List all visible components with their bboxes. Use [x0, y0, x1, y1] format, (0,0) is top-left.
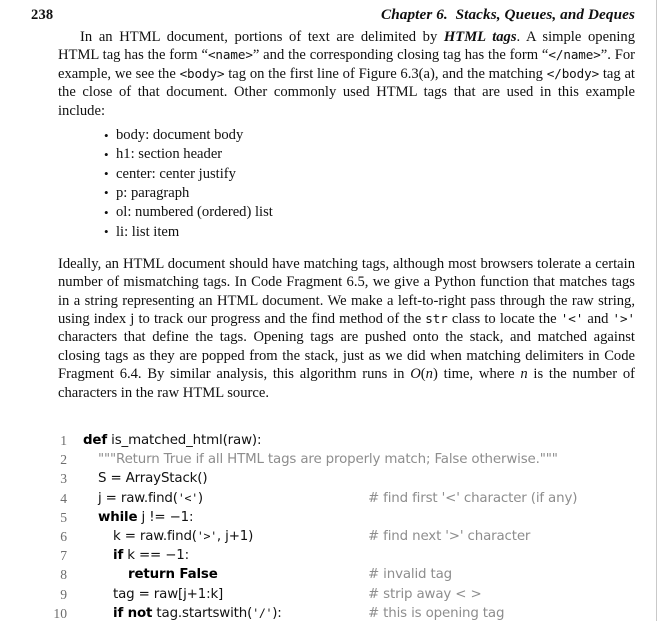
code-line-number: 8 — [60, 567, 67, 583]
code-token-plain: tag = raw[j+1:k] — [113, 586, 224, 602]
code-line: 8 return False # invalid tag — [31, 565, 651, 584]
code-token-str: '/' — [252, 605, 273, 620]
running-head: 238 Chapter 6. Stacks, Queues, and Deque… — [31, 6, 635, 26]
list-item: center: center justify — [58, 164, 635, 184]
p2-seg6: ) time, where — [432, 366, 521, 383]
code-token-plain: k == −1: — [123, 548, 189, 564]
code-line-number: 2 — [60, 452, 67, 468]
code-line-number: 7 — [60, 548, 67, 564]
code-line: 4 j = raw.find('<') # find first '<' chara… — [31, 489, 651, 508]
code-line: 9 tag = raw[j+1:k] # strip away < > — [31, 585, 651, 604]
code-token-plain: S = ArrayStack() — [98, 471, 208, 487]
code-token-plain: j = raw.find( — [98, 490, 178, 506]
code-line: 2 """Return True if all HTML tags are pro… — [31, 450, 651, 469]
code-token-plain: tag.startswith( — [152, 605, 253, 621]
code-token-plain: , j+1) — [216, 528, 254, 544]
code-line-source: k = raw.find('>', j+1) — [83, 527, 253, 546]
code-token-plain: j != −1: — [137, 509, 194, 525]
code-line-number: 1 — [60, 433, 67, 448]
p1-seg1: In an HTML document, portions of text ar… — [80, 29, 444, 45]
p2-seg2: class to locate the — [447, 311, 561, 328]
code-comment: # invalid tag — [368, 567, 453, 583]
list-item: p: paragraph — [58, 183, 635, 203]
code-fragment-listing: 1 def is_matched_html(raw): 2 """Return Tru… — [31, 431, 651, 621]
code-token-kw: while — [98, 509, 138, 525]
list-item: body: document body — [58, 126, 635, 146]
code-line-number: 6 — [60, 528, 67, 544]
code-line: 6 k = raw.find('>', j+1) # find next '>' c… — [31, 527, 651, 546]
code-token-plain: k = raw.find( — [113, 528, 197, 544]
paragraph-matching-tags: Ideally, an HTML document should have ma… — [58, 255, 635, 402]
code-line-source: """Return True if all HTML tags are prop… — [83, 450, 558, 469]
p1-code-name-open: <name> — [207, 47, 253, 63]
p1-seg3: ” and the corresponding closing tag has … — [252, 47, 549, 64]
code-line-number: 5 — [60, 509, 67, 525]
page-canvas: 238 Chapter 6. Stacks, Queues, and Deque… — [0, 0, 657, 621]
code-line: 5 while j != −1: — [31, 508, 651, 527]
code-token-kw: return False — [128, 567, 218, 583]
code-token-str: '<' — [177, 490, 198, 505]
body-column: In an HTML document, portions of text ar… — [58, 28, 635, 402]
page-gutter — [658, 0, 666, 621]
p1-code-body-open: <body> — [179, 65, 225, 81]
code-token-plain: ): — [272, 605, 282, 621]
code-line-source: while j != −1: — [83, 508, 194, 527]
code-line-source: if not tag.startswith('/'): — [83, 604, 282, 621]
code-line-source: S = ArrayStack() — [83, 469, 208, 488]
p2-code-str: str — [425, 311, 448, 327]
code-line: 7 if k == −1: — [31, 546, 651, 565]
p1-seg5: tag on the first line of Figure 6.3(a), … — [224, 65, 547, 82]
list-item: h1: section header — [58, 145, 635, 165]
code-comment: # find first '<' character (if any) — [368, 490, 578, 506]
code-line-source: j = raw.find('<') — [83, 489, 203, 508]
p2-code-lt: '<' — [560, 311, 584, 327]
chapter-title: Chapter 6. Stacks, Queues, and Deques — [381, 6, 635, 23]
code-line: 10 if not tag.startswith('/'): # this is o… — [31, 604, 651, 621]
code-token-kw: if — [113, 548, 124, 564]
paragraph-html-tags: In an HTML document, portions of text ar… — [58, 28, 635, 120]
p1-emph-html-tags: HTML tags — [443, 29, 517, 45]
code-line-number: 4 — [60, 490, 67, 506]
list-item: li: list item — [58, 222, 635, 242]
code-comment: # this is opening tag — [368, 605, 505, 621]
code-line-number: 3 — [60, 471, 67, 487]
code-token-str: '>' — [196, 528, 217, 543]
code-line: 3 S = ArrayStack() — [31, 469, 651, 488]
code-token-plain: is_matched_html(raw): — [107, 433, 262, 448]
code-line-source: return False — [83, 565, 218, 584]
p2-code-gt: '>' — [612, 311, 636, 327]
list-item: ol: numbered (ordered) list — [58, 203, 635, 223]
code-token-doc: """Return True if all HTML tags are prop… — [98, 452, 558, 468]
code-line-source: def is_matched_html(raw): — [83, 431, 261, 450]
page-number: 238 — [31, 7, 54, 23]
p2-seg3: and — [583, 311, 613, 328]
code-token-kw: def — [83, 433, 108, 448]
code-line-source: tag = raw[j+1:k] — [83, 585, 223, 604]
code-line-number: 9 — [60, 586, 67, 602]
p2-bigo-n: n — [425, 366, 433, 383]
code-comment: # find next '>' character — [368, 528, 531, 544]
p1-code-name-close: </name> — [548, 47, 601, 63]
code-line-number: 10 — [53, 605, 67, 621]
p2-bigo-symbol: O — [410, 366, 421, 383]
html-tag-list: body: document body h1: section header c… — [58, 126, 635, 242]
code-line: 1 def is_matched_html(raw): — [31, 431, 651, 450]
p1-code-body-close: </body> — [546, 65, 600, 81]
code-line-source: if k == −1: — [83, 546, 189, 565]
p2-var-n: n — [520, 366, 528, 383]
code-token-plain: ) — [197, 490, 203, 506]
code-token-kw: if not — [113, 605, 153, 621]
code-comment: # strip away < > — [368, 586, 482, 602]
